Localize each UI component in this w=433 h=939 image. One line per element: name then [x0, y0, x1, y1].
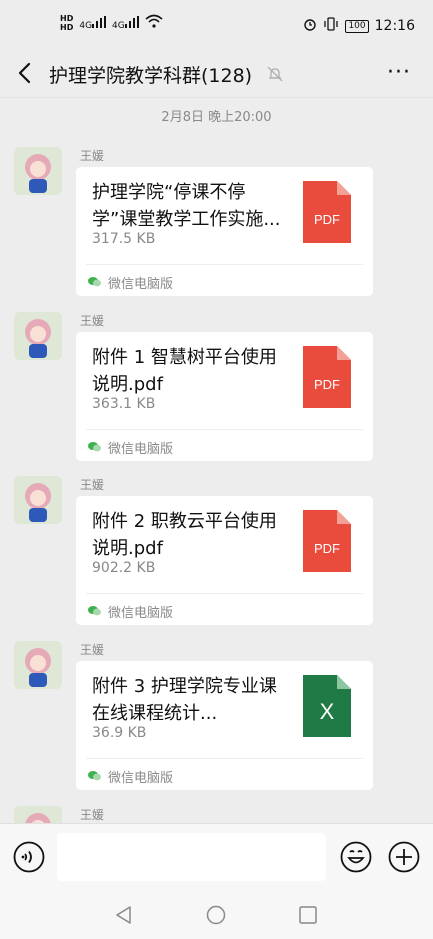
card-footer: 微信电脑版: [86, 429, 363, 461]
wechat-icon: [88, 771, 101, 781]
bell-off-icon: [267, 66, 283, 82]
source-label: 微信电脑版: [108, 277, 174, 292]
wechat-icon: [88, 277, 101, 287]
battery-icon: 100: [345, 19, 369, 33]
excel-file-icon: X: [303, 675, 351, 737]
card-footer: 微信电脑版: [86, 758, 363, 790]
file-card[interactable]: 护理学院“停课不停学”课堂教学工作实施... 317.5 KB PDF 微信电脑…: [76, 167, 373, 296]
status-left: HD HD 4G 4G: [60, 14, 163, 32]
emoji-icon[interactable]: [340, 841, 372, 873]
source-label: 微信电脑版: [108, 442, 174, 457]
status-time: 12:16: [374, 18, 415, 34]
chat-title: 护理学院教学科群(128): [49, 65, 253, 87]
input-bar: [0, 823, 433, 889]
pdf-file-icon: PDF: [303, 346, 351, 408]
sender-name: 王媛: [80, 478, 105, 492]
sender-name: 王媛: [80, 314, 105, 328]
file-card[interactable]: 附件 3 护理学院专业课在线课程统计... 36.9 KB X 微信电脑版: [76, 661, 373, 790]
chevron-left-icon[interactable]: [14, 59, 38, 87]
card-footer: 微信电脑版: [86, 593, 363, 625]
wifi-icon: [145, 14, 163, 32]
file-card[interactable]: 附件 2 职教云平台使用说明.pdf 902.2 KB PDF 微信电脑版: [76, 496, 373, 625]
wechat-icon: [88, 442, 101, 452]
pdf-file-icon: PDF: [303, 510, 351, 572]
sender-name: 王媛: [80, 643, 105, 657]
status-bar: HD HD 4G 4G 100 12:16: [0, 0, 433, 50]
status-right: 100 12:16: [303, 17, 415, 35]
file-card[interactable]: 附件 1 智慧树平台使用说明.pdf 363.1 KB PDF 微信电脑版: [76, 332, 373, 461]
source-label: 微信电脑版: [108, 606, 174, 621]
file-size: 363.1 KB: [92, 396, 156, 412]
alarm-icon: [303, 17, 317, 35]
avatar[interactable]: [14, 476, 62, 524]
chat-header: 护理学院教学科群(128) ···: [0, 50, 433, 98]
sender-name: 王媛: [80, 149, 105, 163]
pdf-file-icon: PDF: [303, 181, 351, 243]
avatar[interactable]: [14, 806, 62, 823]
voice-icon[interactable]: [13, 841, 45, 873]
message: 王媛: [0, 806, 433, 823]
hd-badge: HD HD: [60, 14, 74, 32]
file-name: 附件 1 智慧树平台使用说明.pdf: [92, 347, 277, 395]
nav-recent-icon[interactable]: [299, 906, 317, 924]
file-size: 902.2 KB: [92, 560, 156, 576]
plus-icon[interactable]: [388, 841, 420, 873]
more-dots-icon[interactable]: ···: [387, 60, 411, 85]
avatar[interactable]: [14, 312, 62, 360]
system-nav-bar: [0, 889, 433, 939]
nav-home-icon[interactable]: [206, 905, 226, 925]
avatar[interactable]: [14, 641, 62, 689]
card-footer: 微信电脑版: [86, 264, 363, 296]
avatar[interactable]: [14, 147, 62, 195]
signal-icon: 4G: [79, 15, 107, 31]
source-label: 微信电脑版: [108, 771, 174, 786]
file-size: 317.5 KB: [92, 231, 156, 247]
file-name: 护理学院“停课不停学”课堂教学工作实施...: [92, 182, 281, 230]
wechat-icon: [88, 606, 101, 616]
file-name: 附件 3 护理学院专业课在线课程统计...: [92, 676, 277, 724]
file-size: 36.9 KB: [92, 725, 147, 741]
sender-name: 王媛: [80, 808, 105, 822]
file-name: 附件 2 职教云平台使用说明.pdf: [92, 511, 277, 559]
message-input[interactable]: [57, 833, 326, 881]
timestamp: 2月8日 晚上20:00: [161, 110, 272, 125]
signal-icon: 4G: [112, 15, 139, 31]
vibrate-icon: [323, 17, 339, 35]
nav-back-icon[interactable]: [114, 905, 134, 925]
